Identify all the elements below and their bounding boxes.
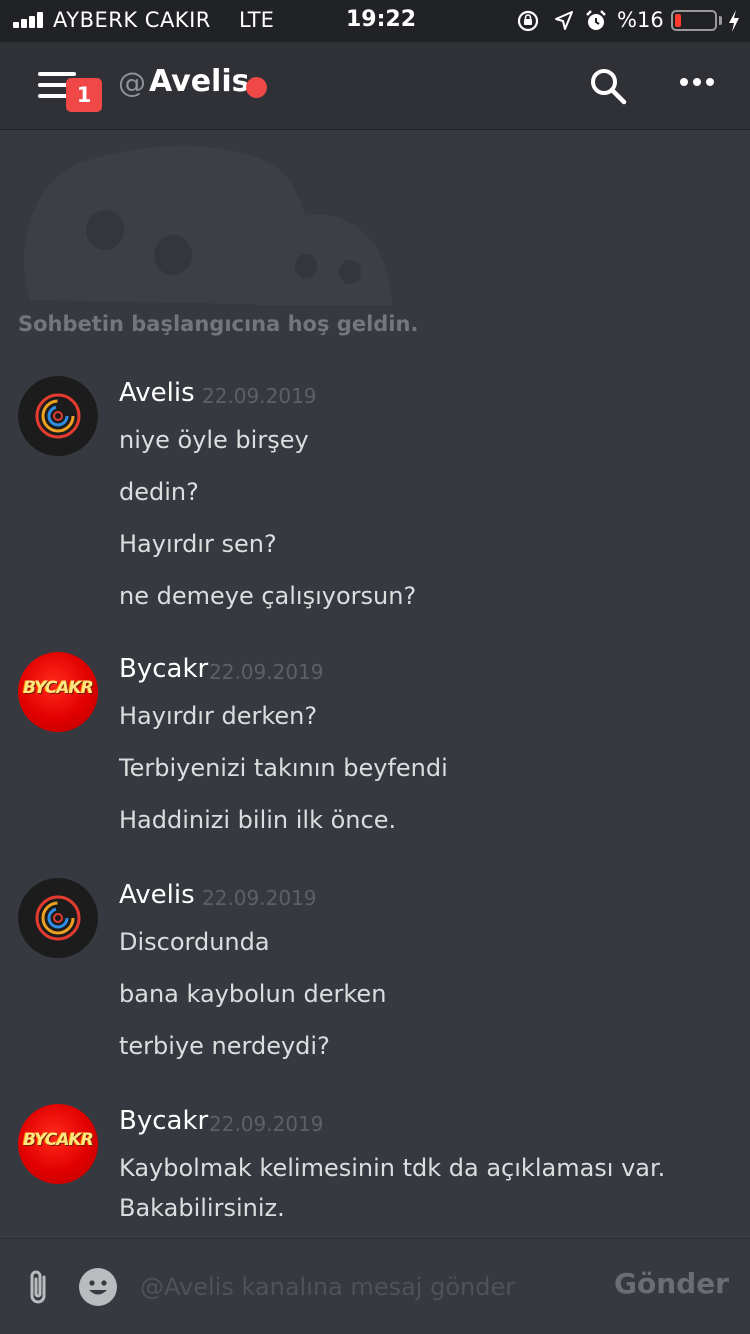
message-text: niye öyle birşey [119,426,309,454]
alarm-icon [586,10,606,30]
message-author[interactable]: Avelis [119,378,195,408]
avatar[interactable] [18,878,98,958]
message-text: Hayırdır sen? [119,530,277,558]
message-timestamp: 22.09.2019 [202,886,317,910]
message-text: Bakabilirsiniz. [119,1194,285,1222]
dot-icon [706,78,714,86]
message-text: bana kaybolun derken [119,980,387,1008]
battery-tip [719,16,722,25]
dot-icon [680,78,688,86]
signal-strength-icon [13,12,47,28]
bycakr-avatar-logo: BYCAKR [23,678,94,698]
bycakr-avatar-logo: BYCAKR [23,1130,94,1150]
avelis-avatar-icon [35,393,81,439]
message-timestamp: 22.09.2019 [209,1112,324,1136]
message-text: Terbiyenizi takının beyfendi [119,754,448,782]
send-button[interactable]: Gönder [614,1267,729,1300]
dot-icon [693,78,701,86]
message-text: Discordunda [119,928,270,956]
search-icon [591,69,627,105]
avelis-avatar-icon [35,895,81,941]
network-type: LTE [239,8,274,32]
welcome-message: Sohbetin başlangıcına hoş geldin. [18,312,419,336]
more-options-button[interactable] [680,78,714,90]
message-text: terbiye nerdeydi? [119,1032,330,1060]
message-text: Hayırdır derken? [119,702,318,730]
message-composer: Gönder [0,1238,750,1334]
channel-name: Avelis [149,64,250,99]
avatar[interactable]: BYCAKR [18,1104,98,1184]
location-arrow-icon [555,11,573,30]
search-button[interactable] [588,66,628,106]
smiley-icon [79,1268,117,1306]
message-text: dedin? [119,478,199,506]
avatar[interactable]: BYCAKR [18,652,98,732]
message-author[interactable]: Bycakr [119,654,208,684]
battery-percent: %16 [617,8,664,32]
channel-header: 1 @ Avelis [0,42,750,130]
status-dot [246,77,267,98]
discord-welcome-illustration [23,146,392,305]
message-text: Haddinizi bilin ilk önce. [119,806,397,834]
message-author[interactable]: Bycakr [119,1106,208,1136]
lock-rotation-icon [517,10,539,32]
emoji-button[interactable] [78,1267,118,1307]
message-text: Kaybolmak kelimesinin tdk da açıklaması … [119,1154,666,1182]
battery-icon [671,10,717,31]
paperclip-icon [30,1270,46,1304]
message-timestamp: 22.09.2019 [209,660,324,684]
message-timestamp: 22.09.2019 [202,384,317,408]
notification-badge: 1 [66,78,102,112]
message-text: ne demeye çalışıyorsun? [119,582,417,610]
status-bar: AYBERK CAKIR LTE 19:22 %16 [0,0,750,42]
battery-fill [675,14,682,27]
status-time: 19:22 [346,7,417,32]
attach-button[interactable] [24,1267,54,1307]
at-symbol: @ [118,66,146,99]
avatar[interactable] [18,376,98,456]
carrier-name: AYBERK CAKIR [53,8,211,32]
message-input[interactable] [140,1265,600,1309]
message-author[interactable]: Avelis [119,880,195,910]
charging-bolt-icon [729,10,739,32]
